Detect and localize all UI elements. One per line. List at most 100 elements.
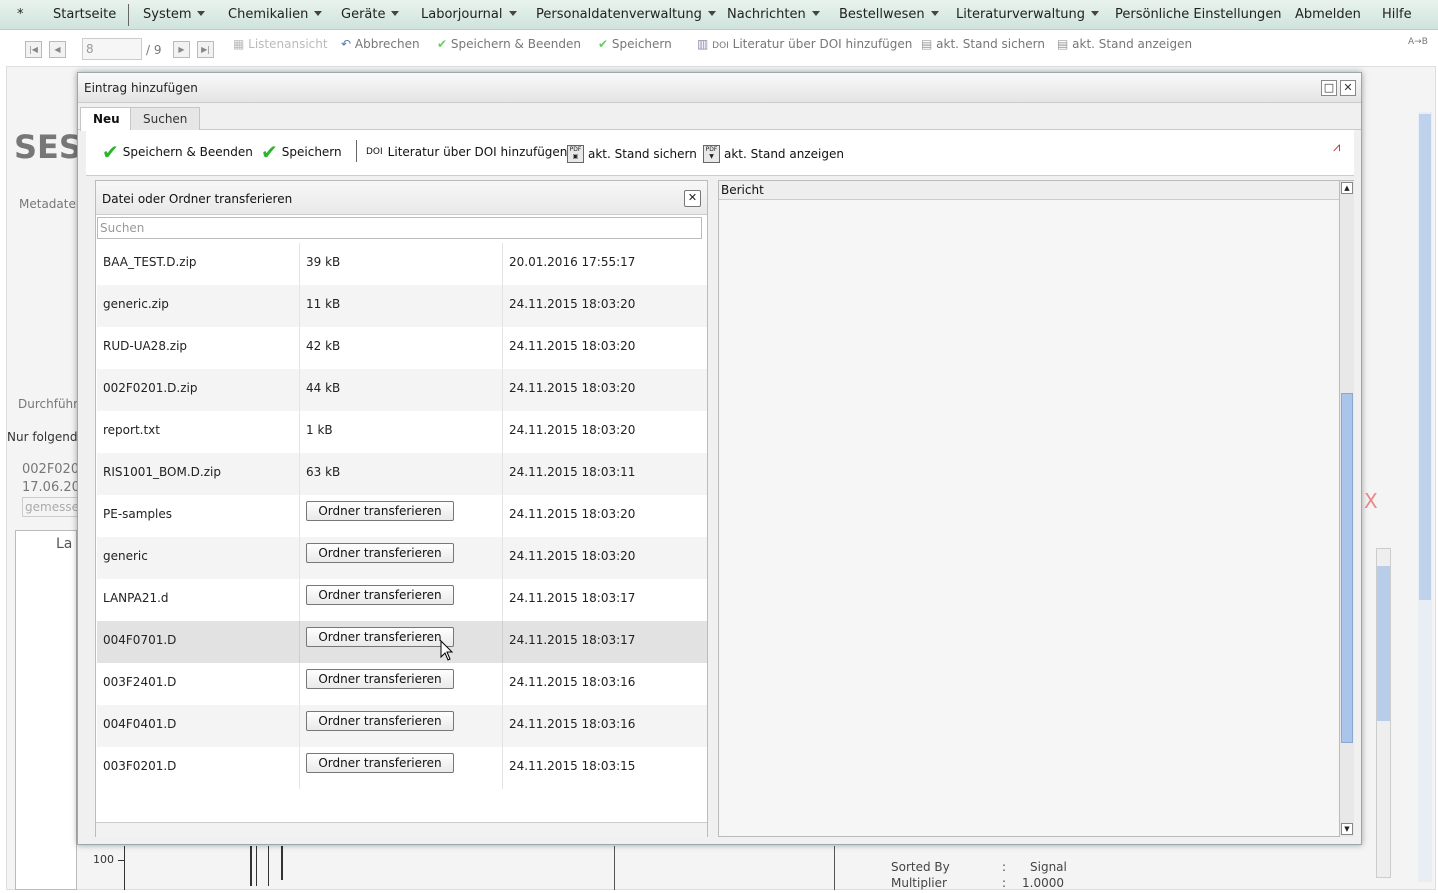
transfer-folder-button[interactable]: Ordner transferieren	[306, 711, 454, 731]
table-row[interactable]: BAA_TEST.D.zip 39 kB 20.01.2016 17:55:17	[97, 243, 707, 285]
file-date: 24.11.2015 18:03:20	[509, 381, 636, 395]
file-date: 24.11.2015 18:03:16	[509, 675, 636, 689]
metadata-section[interactable]: Metadaten	[19, 197, 83, 211]
table-row[interactable]: 004F0701.D Ordner transferieren 24.11.2015…	[97, 621, 707, 663]
scroll-thumb[interactable]	[1341, 393, 1353, 743]
save-button[interactable]: ✔ Speichern	[261, 142, 342, 162]
maximize-icon[interactable]: □	[1321, 80, 1337, 96]
report-scrollbar[interactable]: ▲ ▼	[1339, 181, 1354, 837]
scroll-down-icon[interactable]: ▼	[1341, 823, 1353, 835]
menu-bestellwesen[interactable]: Bestellwesen	[839, 7, 939, 22]
bg-save-close-button[interactable]: ✔ Speichern & Beenden	[437, 37, 581, 51]
last-page-icon[interactable]: ▶|	[197, 41, 214, 58]
menu-abmelden[interactable]: Abmelden	[1295, 7, 1361, 22]
bg-snapshot-save-button[interactable]: ▤ akt. Stand sichern	[921, 37, 1045, 51]
check-icon: ✔	[437, 37, 451, 51]
table-row[interactable]: 003F0201.D Ordner transferieren 24.11.2015…	[97, 747, 707, 789]
pagination-bar[interactable]	[96, 822, 707, 837]
file-date: 24.11.2015 18:03:20	[509, 549, 636, 563]
bg-snapshot-show-button[interactable]: ▤ akt. Stand anzeigen	[1057, 37, 1192, 51]
close-icon[interactable]: ✕	[684, 190, 701, 207]
menu-startseite[interactable]: Startseite	[53, 7, 116, 22]
column-divider	[299, 537, 300, 579]
add-entry-dialog: Eintrag hinzufügen □ ✕ Neu Suchen ✔ Speic…	[77, 72, 1362, 845]
table-row[interactable]: LANPA21.d Ordner transferieren 24.11.2015 …	[97, 579, 707, 621]
table-row[interactable]: 003F2401.D Ordner transferieren 24.11.2015…	[97, 663, 707, 705]
column-divider	[502, 663, 503, 705]
menu-laborjournal-label: Laborjournal	[421, 7, 503, 22]
first-page-icon[interactable]: |◀	[25, 41, 42, 58]
chart-peak	[268, 846, 269, 886]
multiplier-colon: :	[1002, 876, 1007, 890]
pdf-show-icon: PDF ▼	[703, 145, 720, 163]
close-icon[interactable]: ✕	[1340, 80, 1356, 96]
prev-page-icon[interactable]: ◀	[49, 41, 66, 58]
table-row[interactable]: generic.zip 11 kB 24.11.2015 18:03:20	[97, 285, 707, 327]
doi-add-label: Literatur über DOI hinzufügen	[387, 145, 568, 159]
bg-doi-button[interactable]: ▥ DOI Literatur über DOI hinzufügen	[697, 37, 912, 51]
menu-literatur[interactable]: Literaturverwaltung	[956, 7, 1100, 22]
next-page-icon[interactable]: ▶	[173, 41, 190, 58]
transfer-folder-button[interactable]: Ordner transferieren	[306, 501, 454, 521]
column-divider	[299, 747, 300, 789]
check-icon: ✔	[102, 140, 119, 164]
page-number-input[interactable]: 8	[82, 38, 142, 60]
menu-system[interactable]: System	[143, 7, 206, 22]
undo-icon: ↶	[341, 37, 355, 51]
menu-nachrichten[interactable]: Nachrichten	[727, 7, 820, 22]
chart-icon: ▥	[697, 37, 713, 51]
menu-einstellungen[interactable]: Persönliche Einstellungen	[1115, 7, 1282, 22]
doi-prefix: DOI	[712, 41, 729, 51]
table-row[interactable]: RIS1001_BOM.D.zip 63 kB 24.11.2015 18:03:1…	[97, 453, 707, 495]
table-row[interactable]: RUD-UA28.zip 42 kB 24.11.2015 18:03:20	[97, 327, 707, 369]
menu-hilfe[interactable]: Hilfe	[1382, 7, 1412, 22]
cancel-button[interactable]: ↶ Abbrechen	[341, 37, 420, 51]
bg-scroll-thumb[interactable]	[1377, 566, 1390, 721]
search-input[interactable]: Suchen	[97, 217, 702, 239]
doi-add-button[interactable]: DOI Literatur über DOI hinzufügen	[366, 145, 567, 159]
filter-label: Nur folgend	[7, 430, 78, 444]
scroll-up-icon[interactable]: ▲	[1341, 182, 1353, 194]
menu-chemikalien[interactable]: Chemikalien	[228, 7, 323, 22]
grid-icon: ▦	[233, 37, 249, 51]
list-view-button[interactable]: ▦ Listenansicht	[233, 37, 328, 51]
menu-star[interactable]: *	[17, 7, 24, 22]
transfer-folder-button[interactable]: Ordner transferieren	[306, 585, 454, 605]
durchfuehrung-section[interactable]: Durchführ	[18, 397, 78, 411]
folder-name: 003F2401.D	[103, 675, 177, 689]
check-icon: ✔	[598, 37, 612, 51]
table-row[interactable]: generic Ordner transferieren 24.11.2015 18…	[97, 537, 707, 579]
file-name: BAA_TEST.D.zip	[103, 255, 197, 269]
column-divider	[502, 411, 503, 453]
table-row[interactable]: report.txt 1 kB 24.11.2015 18:03:20	[97, 411, 707, 453]
save-close-button[interactable]: ✔ Speichern & Beenden	[102, 140, 253, 164]
expand-icon[interactable]: A→B	[1408, 37, 1428, 47]
transfer-folder-button[interactable]: Ordner transferieren	[306, 753, 454, 773]
chart-icon[interactable]: ⩘	[1333, 140, 1347, 156]
menu-laborjournal[interactable]: Laborjournal	[421, 7, 517, 22]
tab-neu[interactable]: Neu	[80, 107, 133, 131]
measured-field[interactable]: gemesse	[22, 497, 79, 517]
table-row[interactable]: 002F0201.D.zip 44 kB 24.11.2015 18:03:20	[97, 369, 707, 411]
menu-bestellwesen-label: Bestellwesen	[839, 7, 925, 22]
snapshot-show-button[interactable]: PDF ▼ akt. Stand anzeigen	[703, 145, 844, 163]
table-row[interactable]: 004F0401.D Ordner transferieren 24.11.2015…	[97, 705, 707, 747]
delete-icon[interactable]: X	[1364, 489, 1378, 513]
page-scroll-thumb[interactable]	[1419, 114, 1431, 600]
main-menu-bar: * Startseite System Chemikalien Geräte L…	[0, 0, 1438, 30]
column-divider	[502, 705, 503, 747]
transfer-folder-button[interactable]: Ordner transferieren	[306, 543, 454, 563]
file-date: 24.11.2015 18:03:20	[509, 297, 636, 311]
table-row[interactable]: PE-samples Ordner transferieren 24.11.2015…	[97, 495, 707, 537]
bg-doi-label: Literatur über DOI hinzufügen	[732, 37, 913, 51]
file-date: 24.11.2015 18:03:20	[509, 507, 636, 521]
transfer-folder-button[interactable]: Ordner transferieren	[306, 627, 454, 647]
snapshot-save-button[interactable]: PDF ▣ akt. Stand sichern	[567, 145, 697, 163]
menu-geraete[interactable]: Geräte	[341, 7, 400, 22]
menu-personaldaten[interactable]: Personaldatenverwaltung	[536, 7, 716, 22]
transfer-folder-button[interactable]: Ordner transferieren	[306, 669, 454, 689]
bg-save-button[interactable]: ✔ Speichern	[598, 37, 672, 51]
report-title: Bericht	[719, 181, 1339, 200]
bg-save-close-label: Speichern & Beenden	[450, 37, 581, 51]
tab-suchen[interactable]: Suchen	[130, 107, 201, 130]
